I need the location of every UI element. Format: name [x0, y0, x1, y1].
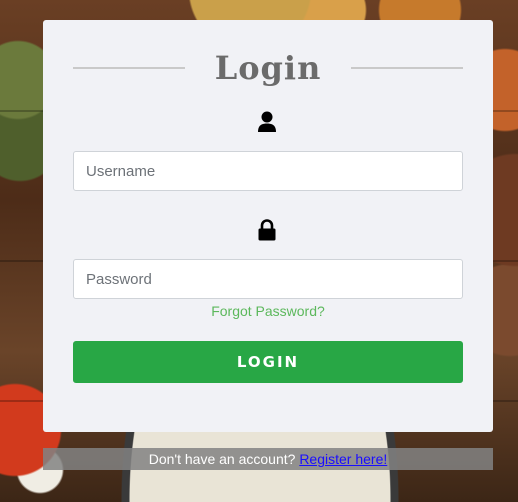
- title-divider-right: [351, 67, 464, 69]
- title-divider-left: [73, 67, 185, 69]
- username-input[interactable]: [73, 151, 463, 191]
- register-bar: Don't have an account? Register here!: [43, 448, 493, 470]
- login-card: Login Forgot Password? LOGIN: [43, 20, 493, 432]
- title-row: Login: [73, 48, 464, 88]
- user-icon: [256, 110, 278, 134]
- register-prompt: Don't have an account?: [148, 451, 300, 467]
- login-button[interactable]: LOGIN: [73, 341, 463, 383]
- forgot-password-link[interactable]: Forgot Password?: [43, 303, 493, 319]
- page-title: Login: [214, 49, 322, 87]
- lock-icon: [256, 218, 278, 242]
- password-input[interactable]: [73, 259, 463, 299]
- register-link[interactable]: Register here!: [299, 451, 387, 467]
